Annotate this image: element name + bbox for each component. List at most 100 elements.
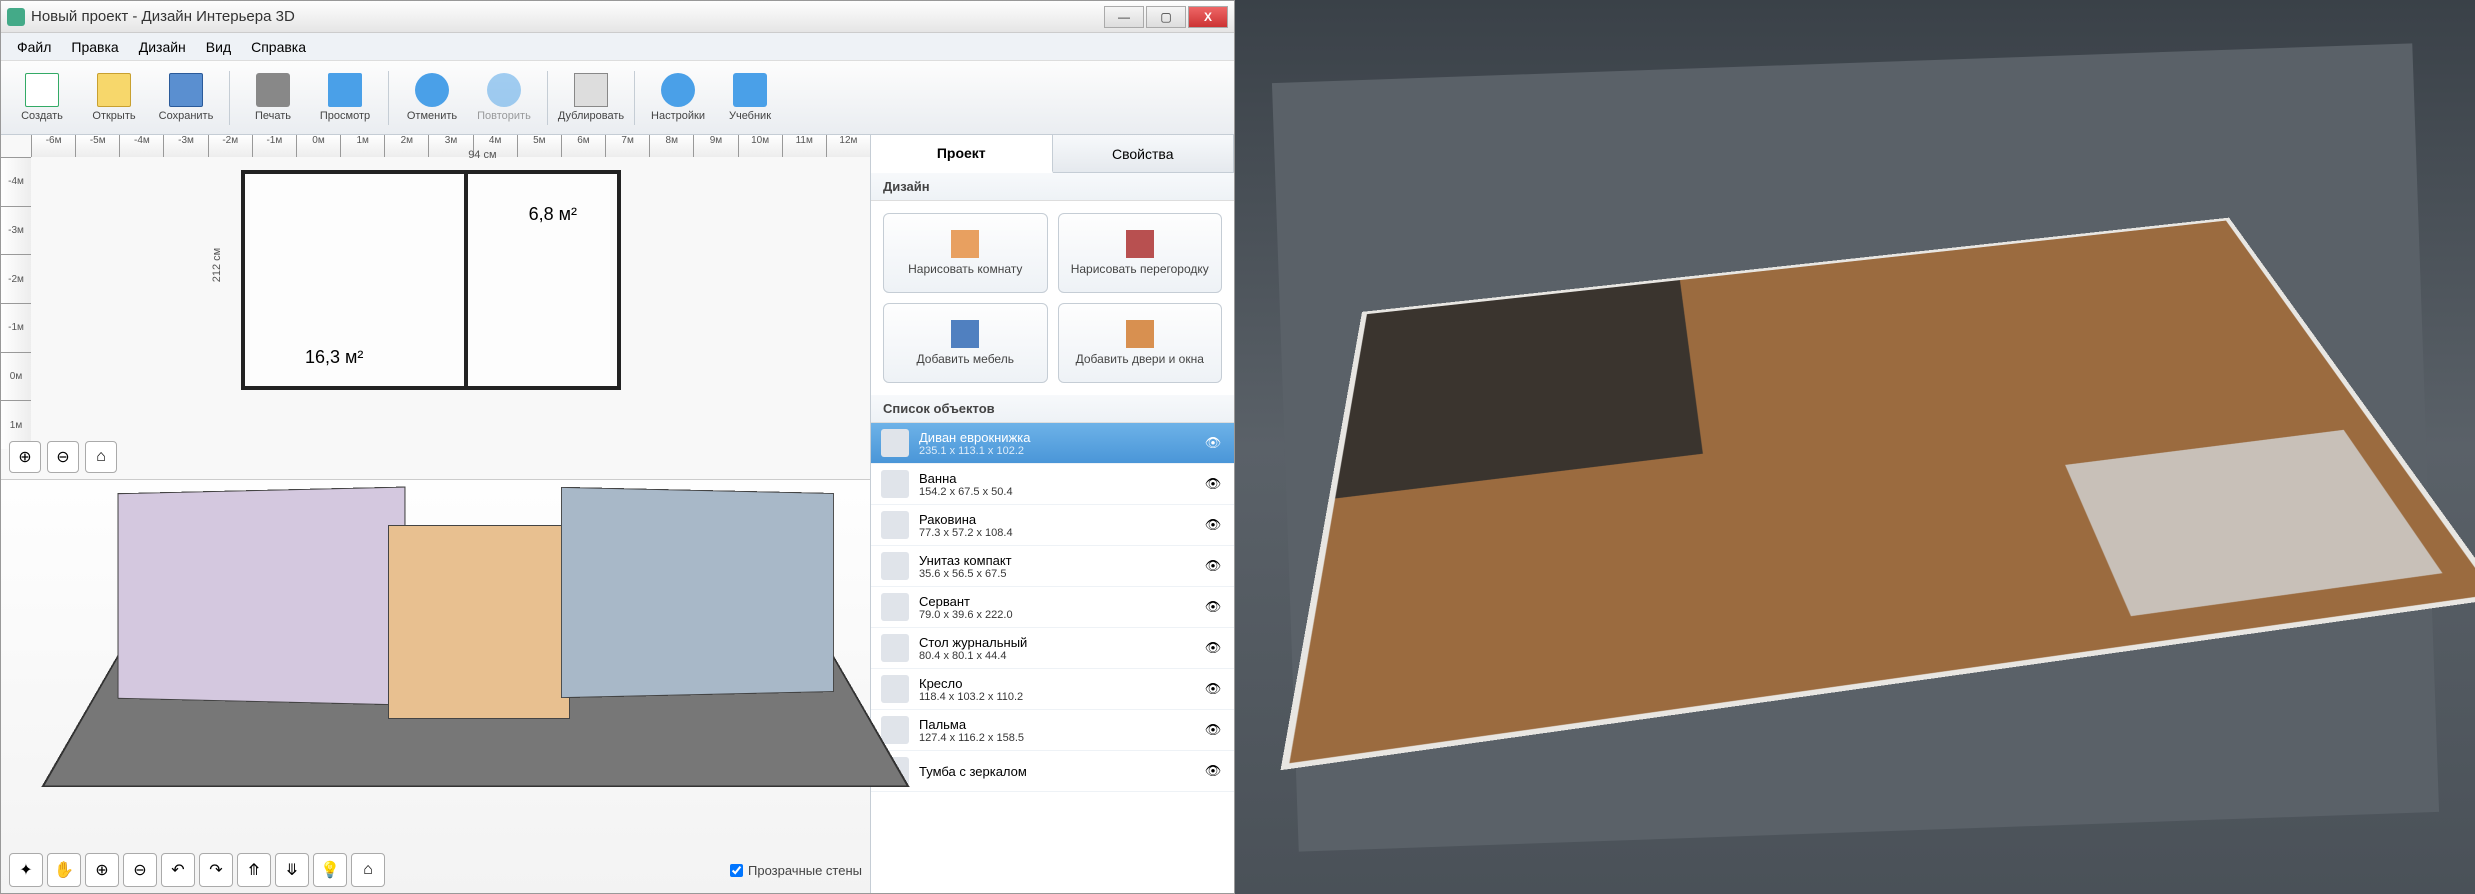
transparent-walls-input[interactable] (730, 864, 743, 877)
object-name: Ванна (919, 471, 1192, 486)
gear-icon (661, 73, 695, 107)
new-file-icon (25, 73, 59, 107)
tilt-up-button[interactable]: ⤊ (237, 853, 271, 887)
home-3d-button[interactable]: ⌂ (351, 853, 385, 887)
visibility-toggle[interactable]: 👁 (1202, 435, 1224, 451)
draw-room-button[interactable]: Нарисовать комнату (883, 213, 1048, 293)
object-name: Стол журнальный (919, 635, 1192, 650)
eye-icon: 👁 (1205, 476, 1222, 491)
pointer-icon: ✦ (19, 860, 32, 880)
add-doors-button[interactable]: Добавить двери и окна (1058, 303, 1223, 383)
rotate-right-icon: ↷ (209, 860, 222, 880)
print-button[interactable]: Печать (238, 66, 308, 130)
object-name: Кресло (919, 676, 1192, 691)
object-name: Унитаз компакт (919, 553, 1192, 568)
object-name: Сервант (919, 594, 1192, 609)
list-item[interactable]: Диван еврокнижка235.1 x 113.1 x 102.2👁 (871, 423, 1234, 464)
draw-wall-button[interactable]: Нарисовать перегородку (1058, 213, 1223, 293)
zoom-in-3d-button[interactable]: ⊕ (85, 853, 119, 887)
design-section-header: Дизайн (871, 173, 1234, 201)
zoom-in-button[interactable]: ⊕ (9, 441, 41, 473)
duplicate-icon (574, 73, 608, 107)
undo-icon (415, 73, 449, 107)
bulb-icon: 💡 (320, 860, 340, 880)
zoom-in-icon: ⊕ (18, 447, 31, 467)
render-3d-image (1272, 43, 2439, 851)
list-item[interactable]: Пальма127.4 x 116.2 x 158.5👁 (871, 710, 1234, 751)
visibility-toggle[interactable]: 👁 (1202, 763, 1224, 779)
eye-icon: 👁 (1205, 517, 1222, 532)
side-panel: Проект Свойства Дизайн Нарисовать комнат… (871, 135, 1234, 893)
menu-view[interactable]: Вид (198, 37, 239, 57)
add-furniture-button[interactable]: Добавить мебель (883, 303, 1048, 383)
object-dimensions: 235.1 x 113.1 x 102.2 (919, 445, 1192, 457)
zoom-out-button[interactable]: ⊖ (47, 441, 79, 473)
visibility-toggle[interactable]: 👁 (1202, 722, 1224, 738)
list-item[interactable]: Унитаз компакт35.6 x 56.5 x 67.5👁 (871, 546, 1234, 587)
object-dimensions: 154.2 x 67.5 x 50.4 (919, 486, 1192, 498)
visibility-toggle[interactable]: 👁 (1202, 640, 1224, 656)
preview-button[interactable]: Просмотр (310, 66, 380, 130)
duplicate-button[interactable]: Дублировать (556, 66, 626, 130)
door-icon (1126, 320, 1154, 348)
menu-file[interactable]: Файл (9, 37, 59, 57)
floor-plan[interactable]: 16,3 м² 6,8 м² 94 см 212 см (241, 170, 621, 390)
transparent-walls-checkbox[interactable]: Прозрачные стены (730, 863, 862, 878)
tilt-down-button[interactable]: ⤋ (275, 853, 309, 887)
visibility-toggle[interactable]: 👁 (1202, 681, 1224, 697)
list-item[interactable]: Кресло118.4 x 103.2 x 110.2 👁 (871, 669, 1234, 710)
list-item[interactable]: Тумба с зеркалом 👁 (871, 751, 1234, 792)
rotate-left-button[interactable]: ↶ (161, 853, 195, 887)
zoom-out-icon: ⊖ (133, 860, 146, 880)
object-thumb-icon (881, 552, 909, 580)
list-item[interactable]: Сервант79.0 x 39.6 x 222.0👁 (871, 587, 1234, 628)
zoom-out-3d-button[interactable]: ⊖ (123, 853, 157, 887)
open-button[interactable]: Открыть (79, 66, 149, 130)
list-item[interactable]: Раковина77.3 x 57.2 x 108.4👁 (871, 505, 1234, 546)
room-area-label: 6,8 м² (529, 204, 577, 225)
objects-section-header: Список объектов (871, 395, 1234, 423)
object-dimensions: 118.4 x 103.2 x 110.2 (919, 691, 1192, 703)
canvas-3d[interactable]: ✦ ✋ ⊕ ⊖ ↶ ↷ ⤊ ⤋ 💡 ⌂ Прозрачные стены (1, 480, 870, 893)
room-icon (951, 230, 979, 258)
canvas3d-toolbar: ✦ ✋ ⊕ ⊖ ↶ ↷ ⤊ ⤋ 💡 ⌂ Прозрачные стены (9, 853, 862, 887)
list-item[interactable]: Ванна154.2 x 67.5 x 50.4 👁 (871, 464, 1234, 505)
menu-help[interactable]: Справка (243, 37, 314, 57)
object-name: Тумба с зеркалом (919, 764, 1192, 779)
menu-edit[interactable]: Правка (63, 37, 126, 57)
undo-button[interactable]: Отменить (397, 66, 467, 130)
tab-project[interactable]: Проект (871, 135, 1053, 173)
rotate-right-button[interactable]: ↷ (199, 853, 233, 887)
home-button[interactable]: ⌂ (85, 441, 117, 473)
tutorial-button[interactable]: Учебник (715, 66, 785, 130)
chair-icon (951, 320, 979, 348)
pan-button[interactable]: ✋ (47, 853, 81, 887)
visibility-toggle[interactable]: 👁 (1202, 476, 1224, 492)
eye-icon: 👁 (1205, 763, 1222, 778)
list-item[interactable]: Стол журнальный80.4 x 80.1 x 44.4👁 (871, 628, 1234, 669)
maximize-button[interactable]: ▢ (1146, 6, 1186, 28)
ruler-horizontal: -6м-5м-4м-3м-2м-1м0м1м2м3м4м5м6м7м8м9м10… (31, 135, 870, 157)
close-button[interactable]: X (1188, 6, 1228, 28)
menubar: Файл Правка Дизайн Вид Справка (1, 33, 1234, 61)
canvas-2d[interactable]: -6м-5м-4м-3м-2м-1м0м1м2м3м4м5м6м7м8м9м10… (1, 135, 870, 480)
monitor-icon (328, 73, 362, 107)
room-area-label: 16,3 м² (305, 347, 363, 368)
object-thumb-icon (881, 429, 909, 457)
minimize-button[interactable]: — (1104, 6, 1144, 28)
menu-design[interactable]: Дизайн (131, 37, 194, 57)
settings-button[interactable]: Настройки (643, 66, 713, 130)
home-icon: ⌂ (96, 448, 106, 466)
object-list[interactable]: Диван еврокнижка235.1 x 113.1 x 102.2👁Ва… (871, 423, 1234, 893)
dimension-label: 212 см (211, 248, 223, 282)
light-button[interactable]: 💡 (313, 853, 347, 887)
visibility-toggle[interactable]: 👁 (1202, 558, 1224, 574)
new-button[interactable]: Создать (7, 66, 77, 130)
pointer-button[interactable]: ✦ (9, 853, 43, 887)
save-button[interactable]: Сохранить (151, 66, 221, 130)
redo-button[interactable]: Повторить (469, 66, 539, 130)
object-thumb-icon (881, 511, 909, 539)
visibility-toggle[interactable]: 👁 (1202, 599, 1224, 615)
tab-properties[interactable]: Свойства (1053, 135, 1235, 172)
visibility-toggle[interactable]: 👁 (1202, 517, 1224, 533)
